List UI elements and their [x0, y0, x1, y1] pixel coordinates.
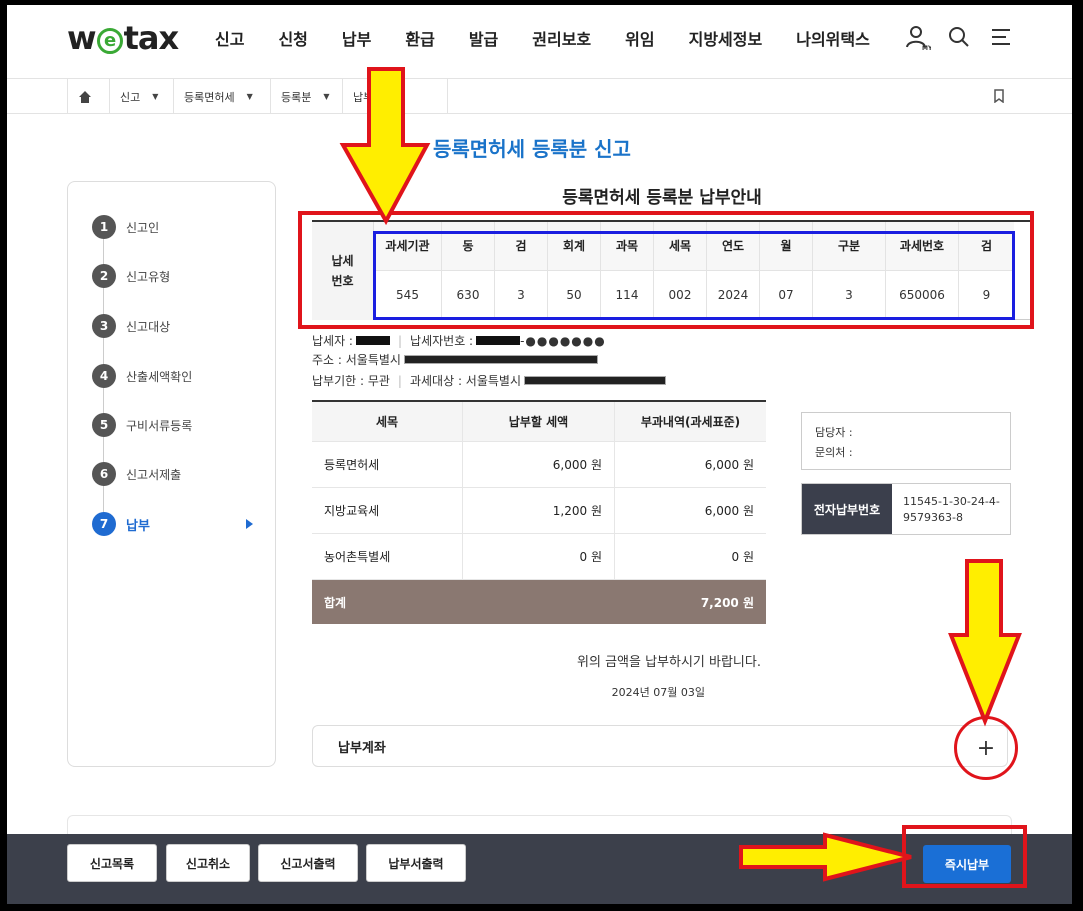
breadcrumb-item-pay[interactable]: 납부 ▼ [342, 79, 447, 114]
breadcrumb-item-registration[interactable]: 등록분 ▼ [270, 79, 342, 114]
cancel-report-button[interactable]: 신고취소 [166, 844, 250, 882]
pn-col-year: 연도 2024 [707, 222, 760, 320]
chevron-down-icon: ▼ [385, 92, 392, 101]
nav-item-apply[interactable]: 신청 [278, 26, 307, 50]
search-icon[interactable] [947, 25, 971, 51]
site-header: w e tax 신고 신청 납부 환급 발급 권리보호 위임 지방세정보 나의위택스… [7, 5, 1072, 78]
breadcrumb-item-report[interactable]: 신고 ▼ [109, 79, 173, 114]
annotation-red-box-pay [902, 825, 1027, 888]
pn-col-subject: 과목 114 [601, 222, 654, 320]
step-4: 4 산출세액확인 [92, 364, 192, 388]
nav-item-pay[interactable]: 납부 [342, 26, 371, 50]
expand-plus-icon[interactable]: + [954, 716, 1018, 780]
pn-col-month: 월 07 [760, 222, 813, 320]
payment-number-row-header: 납세 번호 [312, 222, 374, 320]
nav-item-refund[interactable]: 환급 [405, 26, 434, 50]
nav-item-issue[interactable]: 발급 [469, 26, 498, 50]
wetax-logo[interactable]: w e tax [67, 19, 179, 57]
epay-label: 전자납부번호 [802, 484, 892, 534]
taxpayer-info-line3: 납부기한 : 무관 | 과세대상 : 서울특별시 [312, 372, 667, 389]
print-report-button[interactable]: 신고서출력 [258, 844, 358, 882]
step-6: 6 신고서제출 [92, 462, 181, 486]
table-row: 등록면허세 6,000 원 6,000 원 [312, 442, 766, 488]
print-payment-slip-button[interactable]: 납부서출력 [366, 844, 466, 882]
masked-object [524, 376, 667, 385]
header-icons: MY [905, 25, 1013, 52]
inquiry-label: 문의처 : [815, 446, 853, 459]
payment-notice: 위의 금액을 납부하시기 바랍니다. [577, 655, 761, 670]
breadcrumb-divider [447, 79, 448, 114]
payment-number-table: 납세 번호 과세기관 545 동 630 검3 회계 50 과목 114 세목 002 연도… [312, 220, 1032, 320]
bookmark-icon[interactable] [993, 89, 1005, 106]
taxpayer-info-line2: 주소 : 서울특별시 [312, 351, 598, 368]
chevron-down-icon: ▼ [246, 92, 253, 101]
pn-col-agency: 과세기관 545 [374, 222, 442, 320]
tax-amount-table: 세목 납부할 세액 부과내역(과세표준) 등록면허세 6,000 원 6,000… [312, 400, 766, 624]
epay-value: 11545-1-30-24-4-9579363-8 [903, 495, 1000, 524]
breadcrumb-item-license-tax[interactable]: 등록면허세 ▼ [173, 79, 270, 114]
nav-item-local-tax-info[interactable]: 지방세정보 [689, 26, 763, 50]
manager-label: 담당자 : [815, 426, 853, 439]
payment-account-accordion[interactable]: 납부계좌 [312, 725, 1008, 767]
user-my-icon[interactable]: MY [905, 25, 933, 52]
masked-id [476, 336, 521, 345]
table-row: 지방교육세 1,200 원 6,000 원 [312, 488, 766, 534]
breadcrumb: 신고 ▼ 등록면허세 ▼ 등록분 ▼ 납부 ▼ [7, 78, 1072, 114]
payment-number-columns: 과세기관 545 동 630 검3 회계 50 과목 114 세목 002 연도 2024 … [374, 222, 1032, 320]
epay-number-box: 전자납부번호 11545-1-30-24-4-9579363-8 [801, 483, 1011, 535]
menu-icon[interactable] [989, 25, 1013, 51]
annotation-arrow-down-icon [948, 559, 1022, 727]
global-nav: 신고 신청 납부 환급 발급 권리보호 위임 지방세정보 나의위택스 [215, 26, 904, 50]
step-5: 5 구비서류등록 [92, 413, 192, 437]
step-3: 3 신고대상 [92, 314, 170, 338]
pn-col-check-digit: 검9 [959, 222, 1014, 320]
page-title: 등록면허세 등록분 신고 [433, 137, 631, 161]
home-icon[interactable] [67, 79, 109, 114]
pn-col-check: 검3 [495, 222, 548, 320]
table-row: 농어촌특별세 0 원 0 원 [312, 534, 766, 580]
chevron-down-icon: ▼ [323, 92, 330, 101]
payment-account-label: 납부계좌 [338, 740, 386, 756]
table-total-row: 합계 7,200 원 [312, 580, 766, 624]
masked-name [355, 336, 390, 345]
step-7-active: 7 납부 [92, 512, 150, 536]
page-frame: w e tax 신고 신청 납부 환급 발급 권리보호 위임 지방세정보 나의위택스… [7, 5, 1072, 904]
section-title: 등록면허세 등록분 납부안내 [562, 188, 762, 208]
taxpayer-info-line1: 납세자 : | 납세자번호 : -●●●●●●● [312, 333, 606, 349]
pn-col-dong: 동 630 [442, 222, 495, 320]
step-1: 1 신고인 [92, 215, 159, 239]
contact-box: 담당자 : 문의처 : [801, 412, 1011, 470]
masked-address [403, 355, 598, 364]
nav-item-report[interactable]: 신고 [215, 26, 244, 50]
nav-item-delegate[interactable]: 위임 [625, 26, 654, 50]
report-list-button[interactable]: 신고목록 [67, 844, 157, 882]
notice-date: 2024년 07월 03일 [611, 686, 705, 699]
caret-right-icon [246, 519, 253, 529]
nav-item-my-wetax[interactable]: 나의위택스 [796, 26, 870, 50]
chevron-down-icon: ▼ [152, 92, 159, 101]
my-label: MY [922, 45, 931, 51]
pn-col-tax-item: 세목 002 [654, 222, 707, 320]
pn-col-account: 회계 50 [548, 222, 601, 320]
table-header-row: 세목 납부할 세액 부과내역(과세표준) [312, 402, 766, 442]
pn-col-type: 구분 3 [813, 222, 886, 320]
nav-item-rights[interactable]: 권리보호 [532, 26, 591, 50]
step-menu: 1 신고인 2 신고유형 3 신고대상 4 산출세액확인 5 구비서류등록 6 신고서제출 … [67, 181, 276, 767]
step-2: 2 신고유형 [92, 264, 170, 288]
pn-col-tax-number: 과세번호 650006 [886, 222, 959, 320]
